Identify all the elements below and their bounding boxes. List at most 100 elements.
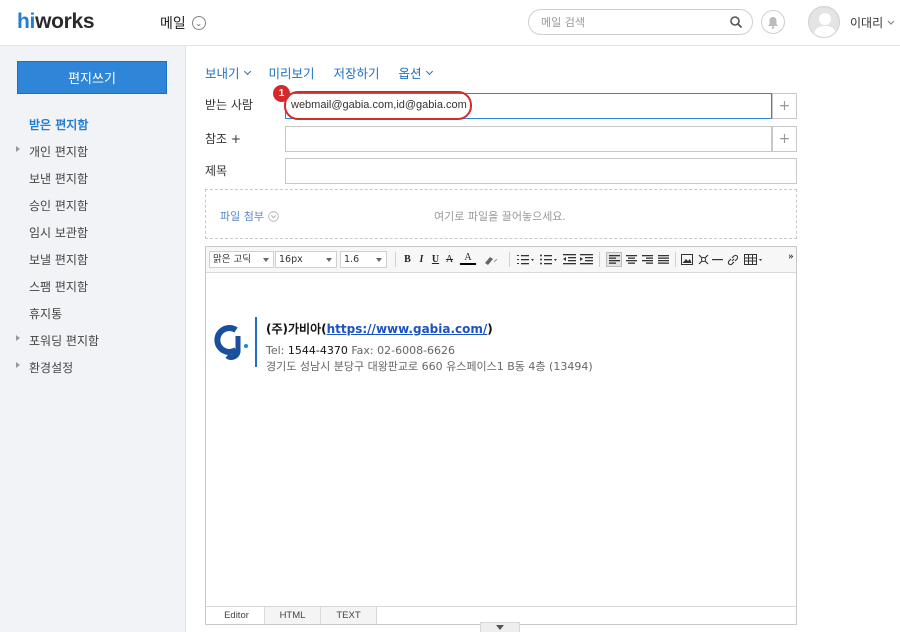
line-height-select[interactable]: 1.6: [340, 251, 387, 268]
link-icon[interactable]: [726, 252, 740, 267]
attach-label: 파일 첨부: [220, 210, 264, 223]
sidebar-folder-item[interactable]: 보낼 편지함: [29, 251, 88, 268]
save-button[interactable]: 저장하기: [334, 63, 380, 82]
horizontal-rule-icon[interactable]: [711, 252, 724, 267]
signature-divider: [255, 317, 257, 367]
toolbar-divider: [395, 252, 396, 267]
align-center-icon[interactable]: [624, 252, 638, 267]
table-icon[interactable]: [743, 252, 765, 267]
to-label: 받는 사람: [205, 98, 253, 112]
logo-works: works: [35, 10, 95, 33]
cc-label[interactable]: 참조 +: [205, 130, 241, 147]
bullet-list-svg: [540, 254, 557, 265]
attachment-dropzone[interactable]: 파일 첨부 여기로 파일을 끌어놓으세요.: [205, 189, 797, 239]
sidebar-folder-item[interactable]: 보낸 편지함: [29, 170, 88, 187]
toolbar-divider: [599, 252, 600, 267]
company-close-paren: ): [487, 322, 493, 336]
horizontal-rule-svg: [712, 259, 723, 261]
notification-button[interactable]: [761, 10, 785, 34]
signature-address: 경기도 성남시 분당구 대왕판교로 660 유스페이스1 B동 4층 (1349…: [266, 360, 593, 373]
sidebar-folder-item[interactable]: 휴지통: [29, 305, 62, 322]
app-menu-label: 메일: [160, 16, 186, 32]
annotation-highlight: [284, 91, 472, 120]
sidebar-folder-item[interactable]: 환경설정: [16, 359, 73, 376]
caret-down-icon: [496, 625, 504, 630]
font-size-select[interactable]: 16px: [275, 251, 337, 268]
sidebar-folder-label: 받은 편지함: [29, 118, 89, 132]
send-button[interactable]: 보내기: [205, 63, 251, 82]
bold-icon[interactable]: B: [402, 252, 413, 267]
link-svg: [727, 254, 739, 265]
align-left-icon[interactable]: [606, 252, 622, 267]
editor-toolbar: 맑은 고딕 16px 1.6 B I U A A »: [206, 247, 796, 273]
cc-field[interactable]: [285, 126, 772, 152]
sidebar-folder-label: 보낸 편지함: [29, 172, 89, 186]
sidebar-folder-item[interactable]: 받은 편지함: [29, 116, 88, 133]
subject-label: 제목: [205, 164, 228, 178]
gabia-logo-icon: [214, 325, 248, 360]
editor-resize-handle[interactable]: [480, 622, 520, 632]
tab-editor[interactable]: Editor: [209, 607, 265, 624]
font-color-icon[interactable]: A: [460, 252, 476, 265]
sidebar-folder-item[interactable]: 임시 보관함: [29, 224, 88, 241]
options-label: 옵션: [398, 66, 422, 81]
toolbar-divider: [675, 252, 676, 267]
sidebar-folder-label: 스팸 편지함: [29, 280, 89, 294]
sidebar-folder-item[interactable]: 개인 편지함: [16, 143, 88, 160]
tab-text[interactable]: TEXT: [321, 607, 377, 624]
toolbar-divider: [509, 252, 510, 267]
avatar[interactable]: [808, 6, 840, 38]
highlight-icon[interactable]: [482, 252, 498, 267]
more-tools-icon[interactable]: »: [786, 249, 796, 264]
font-family-select[interactable]: 맑은 고딕: [209, 251, 274, 268]
underline-icon[interactable]: U: [430, 252, 441, 267]
indent-svg: [579, 254, 593, 265]
align-right-svg: [641, 255, 653, 264]
sidebar-folder-label: 휴지통: [29, 307, 63, 321]
compose-button[interactable]: 편지쓰기: [17, 61, 167, 94]
app-menu-mail[interactable]: 메일 ⌄: [160, 13, 206, 33]
sidebar-folder-label: 포워딩 편지함: [29, 334, 100, 348]
sidebar-folder-item[interactable]: 승인 편지함: [29, 197, 88, 214]
to-add-button[interactable]: +: [772, 93, 797, 119]
search-input[interactable]: [541, 14, 721, 31]
highlight-svg: [485, 256, 498, 265]
compose-toolbar: 보내기 미리보기 저장하기 옵션: [205, 63, 433, 82]
sidebar-folder-item[interactable]: 스팸 편지함: [29, 278, 88, 295]
outdent-icon[interactable]: [562, 252, 576, 267]
company-name: (주)가비아(: [266, 322, 327, 336]
align-justify-icon[interactable]: [656, 252, 670, 267]
company-url-link[interactable]: https://www.gabia.com/: [327, 322, 488, 336]
cc-add-button[interactable]: +: [772, 126, 797, 152]
chevron-down-icon: [887, 20, 895, 25]
attach-file-button[interactable]: 파일 첨부: [220, 208, 279, 224]
chevron-down-icon: [425, 67, 433, 75]
logo-hi: hi: [17, 10, 36, 33]
sidebar-folder-item[interactable]: 포워딩 편지함: [16, 332, 100, 349]
expand-arrow-icon[interactable]: [16, 335, 20, 341]
user-menu[interactable]: 이대리: [850, 14, 895, 31]
expand-arrow-icon[interactable]: [16, 362, 20, 368]
chevron-down-icon: ⌄: [191, 16, 206, 30]
options-button[interactable]: 옵션: [398, 63, 433, 82]
search-icon[interactable]: [729, 15, 743, 29]
indent-icon[interactable]: [579, 252, 593, 267]
signature-company: (주)가비아(https://www.gabia.com/): [266, 320, 493, 337]
bullet-list-icon[interactable]: [539, 252, 559, 267]
hiworks-logo[interactable]: hiworks: [17, 10, 95, 34]
align-right-icon[interactable]: [640, 252, 654, 267]
strikethrough-icon[interactable]: A: [444, 252, 455, 267]
special-char-icon[interactable]: [696, 252, 710, 267]
bell-icon: [768, 16, 778, 29]
mail-search[interactable]: [528, 9, 753, 35]
preview-button[interactable]: 미리보기: [269, 63, 315, 82]
special-char-svg: [698, 254, 708, 265]
tab-html[interactable]: HTML: [265, 607, 321, 624]
sidebar-folder-label: 임시 보관함: [29, 226, 89, 240]
italic-icon[interactable]: I: [416, 252, 427, 267]
tel-value: 1544-4370: [287, 344, 348, 357]
ordered-list-icon[interactable]: [516, 252, 536, 267]
expand-arrow-icon[interactable]: [16, 146, 20, 152]
image-icon[interactable]: [680, 252, 694, 267]
subject-field[interactable]: [285, 158, 797, 184]
